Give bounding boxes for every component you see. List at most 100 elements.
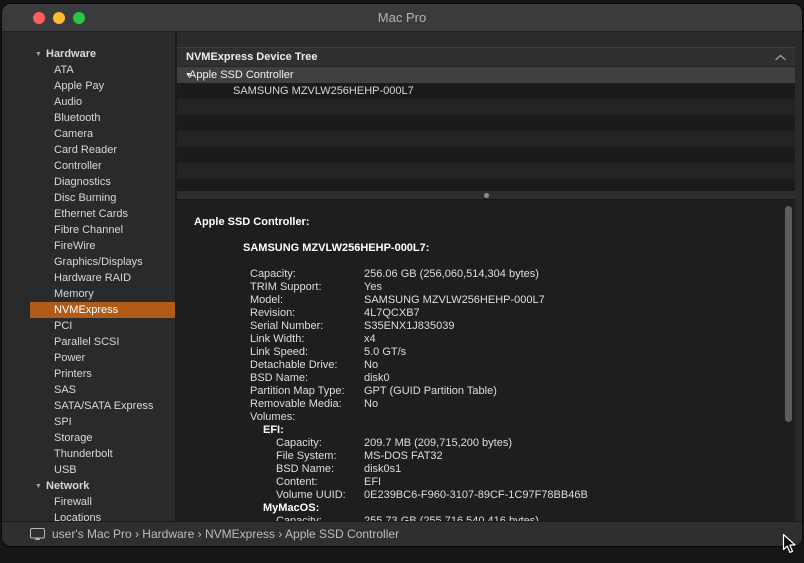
detail-key: Capacity: [250, 268, 296, 280]
detail-value: disk0s1 [364, 463, 402, 475]
device-tree-empty-row [177, 179, 795, 190]
detail-row: Partition Map Type: GPT (GUID Partition T… [177, 385, 795, 398]
sidebar-item-apple-pay[interactable]: Apple Pay [30, 78, 175, 94]
sidebar-item-bluetooth[interactable]: Bluetooth [30, 110, 175, 126]
detail-key: Content: [276, 476, 318, 488]
detail-row: Model: SAMSUNG MZVLW256HEHP-000L7 [177, 294, 795, 307]
device-tree-empty-row [177, 147, 795, 163]
sidebar-item-controller[interactable]: Controller [30, 158, 175, 174]
sidebar-item-sata-sata-express[interactable]: SATA/SATA Express [30, 398, 175, 414]
zoom-button[interactable] [73, 11, 85, 24]
detail-row: MyMacOS: [177, 502, 795, 515]
detail-key: Link Width: [250, 333, 305, 345]
sidebar-item-card-reader[interactable]: Card Reader [30, 142, 175, 158]
disclosure-triangle-icon[interactable]: ▼ [33, 483, 46, 490]
title-bar[interactable]: Mac Pro [2, 4, 802, 32]
device-tree-empty-row [177, 99, 795, 115]
sidebar-item-firewall[interactable]: Firewall [30, 494, 175, 510]
detail-value: 0E239BC6-F960-3107-89CF-1C97F78BB46B [364, 489, 588, 501]
details-content: Apple SSD Controller: SAMSUNG MZVLW256HEH… [177, 200, 795, 521]
sidebar-item-parallel-scsi[interactable]: Parallel SCSI [30, 334, 175, 350]
sidebar-item-power[interactable]: Power [30, 350, 175, 366]
splitter-handle[interactable] [177, 190, 795, 200]
detail-row: Capacity: 256.06 GB (256,060,514,304 byte… [177, 268, 795, 281]
detail-value: SAMSUNG MZVLW256HEHP-000L7 [364, 294, 545, 306]
scrollbar-thumb[interactable] [785, 206, 792, 422]
sidebar-section-network[interactable]: ▼ Network [30, 478, 175, 494]
sidebar-item-thunderbolt[interactable]: Thunderbolt [30, 446, 175, 462]
chevron-up-icon[interactable] [775, 48, 786, 66]
detail-value: S35ENX1J835039 [364, 320, 455, 332]
detail-row: Volume UUID: 0E239BC6-F960-3107-89CF-1C97… [177, 489, 795, 502]
close-button[interactable] [33, 11, 45, 24]
sidebar-item-ethernet-cards[interactable]: Ethernet Cards [30, 206, 175, 222]
sidebar-list: ▼ Hardware ATA Apple Pay Audio Bluetooth Camer… [30, 46, 175, 521]
content-area: NVMExpress Device Tree ▼ Apple SSD Contro… [177, 32, 795, 521]
disclosure-triangle-icon[interactable]: ▼ [33, 51, 46, 58]
detail-row: Detachable Drive: No [177, 359, 795, 372]
details-heading: SAMSUNG MZVLW256HEHP-000L7: [243, 242, 430, 254]
device-tree: ▼ Apple SSD Controller SAMSUNG MZVLW256HEH… [177, 67, 795, 190]
detail-row: File System: MS-DOS FAT32 [177, 450, 795, 463]
detail-key: MyMacOS: [263, 502, 320, 514]
system-information-window: Mac Pro ▼ Hardware ATA Apple Pay Audio Blueto… [2, 4, 802, 546]
details-scrollbar[interactable] [784, 204, 793, 517]
detail-value: 5.0 GT/s [364, 346, 407, 358]
sidebar-item-disc-burning[interactable]: Disc Burning [30, 190, 175, 206]
device-tree-header[interactable]: NVMExpress Device Tree [177, 47, 795, 67]
detail-value: GPT (GUID Partition Table) [364, 385, 497, 397]
sidebar-item-diagnostics[interactable]: Diagnostics [30, 174, 175, 190]
details-heading: Apple SSD Controller: [194, 216, 310, 228]
sidebar-section-hardware[interactable]: ▼ Hardware [30, 46, 175, 62]
sidebar-item-spi[interactable]: SPI [30, 414, 175, 430]
device-tree-row-apple-ssd-controller[interactable]: ▼ Apple SSD Controller [177, 67, 795, 83]
detail-row: Serial Number: S35ENX1J835039 [177, 320, 795, 333]
status-bar: user's Mac Pro › Hardware › NVMExpress ›… [2, 521, 802, 546]
computer-icon [30, 527, 45, 541]
detail-row: Volumes: [177, 411, 795, 424]
detail-value: 209.7 MB (209,715,200 bytes) [364, 437, 512, 449]
sidebar-item-pci[interactable]: PCI [30, 318, 175, 334]
device-tree-empty-row [177, 131, 795, 147]
device-tree-row-samsung-mzvlw256hehp-000l7[interactable]: SAMSUNG MZVLW256HEHP-000L7 [177, 83, 795, 99]
detail-key: Model: [250, 294, 284, 306]
disclosure-triangle-icon[interactable]: ▼ [177, 72, 192, 79]
sidebar-item-sas[interactable]: SAS [30, 382, 175, 398]
detail-value: EFI [364, 476, 382, 488]
sidebar-item-nvmexpress[interactable]: NVMExpress [30, 302, 175, 318]
sidebar-section-label: Hardware [46, 48, 97, 60]
sidebar-item-locations[interactable]: Locations [30, 510, 175, 521]
detail-key: BSD Name: [250, 372, 309, 384]
minimize-button[interactable] [53, 11, 65, 24]
detail-row: Content: EFI [177, 476, 795, 489]
detail-value: Yes [364, 281, 382, 293]
sidebar-item-ata[interactable]: ATA [30, 62, 175, 78]
sidebar-item-audio[interactable]: Audio [30, 94, 175, 110]
sidebar-item-graphics-displays[interactable]: Graphics/Displays [30, 254, 175, 270]
sidebar-item-hardware-raid[interactable]: Hardware RAID [30, 270, 175, 286]
details-panel: Apple SSD Controller: SAMSUNG MZVLW256HEH… [177, 200, 795, 521]
detail-row: Revision: 4L7QCXB7 [177, 307, 795, 320]
sidebar-item-usb[interactable]: USB [30, 462, 175, 478]
detail-key: Capacity: [276, 437, 322, 449]
detail-key: File System: [276, 450, 337, 462]
sidebar-item-storage[interactable]: Storage [30, 430, 175, 446]
sidebar-item-memory[interactable]: Memory [30, 286, 175, 302]
detail-key: BSD Name: [276, 463, 335, 475]
window-title: Mac Pro [377, 10, 427, 25]
sidebar-item-firewire[interactable]: FireWire [30, 238, 175, 254]
splitter-grip-icon[interactable] [483, 192, 489, 198]
detail-value: 256.06 GB (256,060,514,304 bytes) [364, 268, 539, 280]
detail-key: Revision: [250, 307, 296, 319]
detail-key: Link Speed: [250, 346, 309, 358]
detail-value: No [364, 398, 379, 410]
breadcrumb: user's Mac Pro › Hardware › NVMExpress ›… [52, 527, 400, 541]
sidebar-item-fibre-channel[interactable]: Fibre Channel [30, 222, 175, 238]
detail-row: TRIM Support: Yes [177, 281, 795, 294]
sidebar-item-printers[interactable]: Printers [30, 366, 175, 382]
detail-value: disk0 [364, 372, 390, 384]
detail-key: TRIM Support: [250, 281, 322, 293]
sidebar-item-camera[interactable]: Camera [30, 126, 175, 142]
detail-key: Partition Map Type: [250, 385, 345, 397]
detail-row: Link Speed: 5.0 GT/s [177, 346, 795, 359]
